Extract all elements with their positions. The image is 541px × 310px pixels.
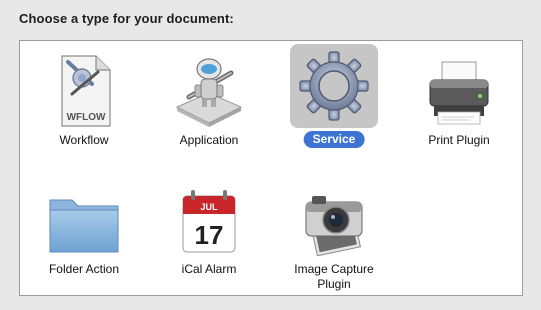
automator-robot-icon — [175, 58, 243, 127]
dialog-heading: Choose a type for your document: — [19, 11, 234, 26]
workflow-document-icon: WFLOW — [61, 55, 111, 127]
folder-icon — [49, 199, 119, 253]
type-label: Workflow — [59, 133, 109, 147]
calendar-day-text: 17 — [195, 220, 224, 250]
print-plugin-tile — [415, 49, 503, 133]
type-image-capture-plugin[interactable]: Image Capture Plugin — [284, 176, 384, 296]
type-label: Folder Action — [48, 262, 120, 276]
folder-action-tile — [40, 182, 128, 266]
type-application[interactable]: Application — [159, 41, 259, 161]
workflow-icon-text: WFLOW — [67, 112, 106, 123]
type-workflow[interactable]: WFLOW Workflow — [34, 41, 134, 161]
printer-icon — [429, 61, 489, 125]
type-label-selected: Service — [303, 131, 365, 148]
type-label: Print Plugin — [428, 133, 490, 147]
calendar-month-text: JUL — [200, 202, 218, 212]
type-ical-alarm[interactable]: JUL 17 iCal Alarm — [159, 176, 259, 296]
gear-icon — [299, 51, 369, 121]
type-label: Application — [179, 133, 239, 147]
type-print-plugin[interactable]: Print Plugin — [409, 41, 509, 161]
type-label: iCal Alarm — [181, 262, 237, 276]
application-tile — [165, 49, 253, 133]
type-service[interactable]: Service — [284, 41, 384, 161]
ical-alarm-tile: JUL 17 — [165, 180, 253, 264]
workflow-tile: WFLOW — [40, 49, 128, 133]
calendar-icon: JUL 17 — [182, 190, 236, 253]
service-tile-selected — [290, 44, 378, 128]
camera-icon — [305, 196, 363, 256]
type-label: Image Capture Plugin — [294, 262, 374, 291]
image-capture-tile — [290, 180, 378, 264]
document-type-grid: WFLOW Workflow Application Service Print… — [19, 40, 523, 296]
type-folder-action[interactable]: Folder Action — [34, 176, 134, 296]
